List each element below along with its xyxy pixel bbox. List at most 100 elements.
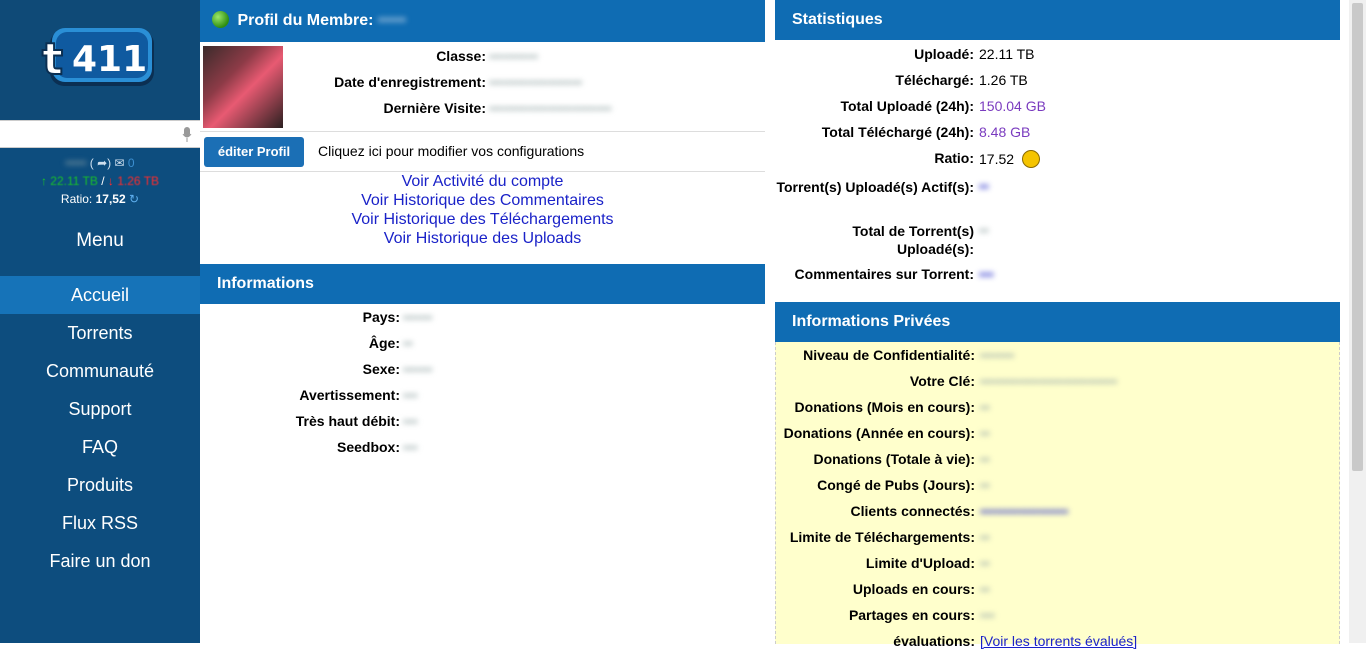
search-input[interactable]	[0, 120, 200, 148]
page-scrollbar[interactable]	[1349, 0, 1366, 643]
statistiques-list: Uploadé: 22.11 TB Téléchargé: 1.26 TB To…	[775, 40, 1340, 302]
ratio-text: 17.52	[979, 151, 1015, 167]
sidebar-item-flux-rss[interactable]: Flux RSS	[0, 504, 200, 542]
mail-icon[interactable]: ✉	[115, 156, 125, 170]
logout-icon[interactable]: ( ➦)	[90, 156, 111, 170]
stat-label: Torrent(s) Uploadé(s) Actif(s):	[776, 179, 974, 195]
stat-label: Ratio:	[934, 150, 974, 166]
field-label: Dernière Visite:	[383, 100, 486, 116]
private-label: Limite d'Upload:	[865, 555, 975, 571]
field-value: ••••••••••	[489, 48, 539, 64]
stat-label: Total Téléchargé (24h):	[821, 124, 974, 140]
sidebar: t 411 ••••• ( ➦) ✉ 0 ↑ 22.11 TB / ↓ 1.26…	[0, 0, 200, 643]
link-activite[interactable]: Voir Activité du compte	[200, 172, 765, 191]
profile-summary: Classe: •••••••••• Date d'enregistrement…	[200, 42, 765, 132]
profile-field-classe: Classe:	[200, 48, 486, 68]
private-row: Congé de Pubs (Jours): ••	[776, 472, 1339, 498]
info-row: Avertissement: •••	[200, 383, 765, 409]
menu-title: Menu	[76, 230, 124, 251]
ratio-label: Ratio:	[60, 192, 93, 206]
profile-header: Profil du Membre: •••••	[200, 0, 765, 42]
private-row: Donations (Année en cours): ••	[776, 420, 1339, 446]
private-value: ••••••••••••••••••••••••••••	[980, 373, 1118, 389]
edit-profile-row: éditer Profil Cliquez ici pour modifier …	[200, 132, 765, 172]
private-value: ••	[980, 399, 990, 415]
private-row: Donations (Totale à vie): ••	[776, 446, 1339, 472]
edit-profile-button[interactable]: éditer Profil	[204, 137, 304, 167]
user-stats: ••••• ( ➦) ✉ 0 ↑ 22.11 TB / ↓ 1.26 TB Ra…	[0, 148, 200, 208]
microphone-icon[interactable]	[182, 127, 192, 143]
private-row: Votre Clé: ••••••••••••••••••••••••••••	[776, 368, 1339, 394]
private-row: Niveau de Confidentialité: •••••••	[776, 342, 1339, 368]
happy-smiley-icon	[1021, 150, 1040, 168]
voir-torrents-evalues-link[interactable]: [Voir les torrents évalués]	[980, 633, 1137, 649]
info-label: Avertissement:	[299, 387, 400, 403]
profile-field-date: Date d'enregistrement:	[200, 74, 486, 94]
field-value: •••••••••••••••••••••••••	[489, 100, 612, 116]
info-label: Âge:	[368, 335, 400, 351]
stat-label: Total de Torrent(s) Uploadé(s):	[852, 223, 974, 257]
refresh-icon[interactable]: ↻	[129, 192, 139, 206]
info-label: Sexe:	[362, 361, 400, 377]
informations-privees: Niveau de Confidentialité: ••••••• Votre …	[775, 342, 1340, 649]
online-status-icon	[212, 11, 229, 28]
svg-text:t: t	[42, 34, 63, 85]
private-label: Uploads en cours:	[852, 581, 975, 597]
stat-value: 22.11 TB	[979, 46, 1035, 62]
mail-count[interactable]: 0	[128, 156, 135, 170]
logo-area: t 411	[0, 0, 200, 120]
stat-value: •••	[979, 266, 994, 282]
edit-profile-hint: Cliquez ici pour modifier vos configurat…	[318, 143, 585, 159]
private-label: Congé de Pubs (Jours):	[817, 477, 975, 493]
info-value: •••	[403, 439, 418, 455]
private-label: Limite de Téléchargements:	[789, 529, 975, 545]
t411-logo[interactable]: t 411	[40, 24, 158, 90]
private-label: Donations (Année en cours):	[783, 425, 975, 441]
private-label: Donations (Mois en cours):	[794, 399, 975, 415]
sidebar-item-produits[interactable]: Produits	[0, 466, 200, 504]
private-row: Uploads en cours: ••	[776, 576, 1339, 602]
private-value[interactable]: ••••••••••••••••••	[980, 503, 1068, 519]
stat-label: Commentaires sur Torrent:	[794, 266, 974, 282]
upload-total: 22.11 TB	[50, 174, 98, 188]
private-value: •••	[980, 607, 995, 623]
sidebar-menu: Accueil Torrents Communauté Support FAQ …	[0, 276, 200, 580]
link-commentaires[interactable]: Voir Historique des Commentaires	[200, 191, 765, 210]
username[interactable]: •••••	[65, 154, 86, 172]
info-value: ••••••	[403, 361, 433, 377]
field-label: Date d'enregistrement:	[334, 74, 486, 90]
sidebar-item-accueil[interactable]: Accueil	[0, 276, 200, 314]
stat-value: ••	[979, 178, 989, 194]
sidebar-item-torrents[interactable]: Torrents	[0, 314, 200, 352]
stat-value: 1.26 TB	[979, 72, 1028, 88]
private-label: Clients connectés:	[850, 503, 975, 519]
sidebar-item-faq[interactable]: FAQ	[0, 428, 200, 466]
private-label: Partages en cours:	[848, 607, 975, 623]
stat-value: 150.04 GB	[979, 98, 1046, 114]
info-label: Seedbox:	[336, 439, 400, 455]
stats-column: Statistiques Uploadé: 22.11 TB Télécharg…	[775, 0, 1340, 649]
info-row: Seedbox: •••	[200, 435, 765, 461]
informations-header: Informations	[200, 264, 765, 304]
statistiques-header: Statistiques	[775, 0, 1340, 40]
svg-text:411: 411	[72, 39, 147, 80]
info-value: ••••••	[403, 309, 433, 325]
field-value: •••••••••••••••••••	[489, 74, 583, 90]
informations-list: Pays: •••••• Âge: •• Sexe: •••••• Avertisse…	[200, 304, 765, 461]
link-telechargements[interactable]: Voir Historique des Téléchargements	[200, 210, 765, 229]
profile-field-visite: Dernière Visite:	[200, 100, 486, 120]
info-label: Très haut débit:	[295, 413, 400, 429]
private-row: Limite de Téléchargements: ••	[776, 524, 1339, 550]
sidebar-item-communaute[interactable]: Communauté	[0, 352, 200, 390]
private-value: ••	[980, 451, 990, 467]
profile-username: •••••	[377, 12, 406, 29]
private-label: Donations (Totale à vie):	[813, 451, 975, 467]
sidebar-item-faire-un-don[interactable]: Faire un don	[0, 542, 200, 580]
upload-arrow-icon: ↑	[40, 174, 47, 188]
info-value: ••	[403, 335, 413, 351]
private-value: ••	[980, 555, 990, 571]
scrollbar-thumb[interactable]	[1352, 3, 1363, 471]
field-label: Classe:	[436, 48, 486, 64]
link-uploads[interactable]: Voir Historique des Uploads	[200, 229, 765, 248]
sidebar-item-support[interactable]: Support	[0, 390, 200, 428]
